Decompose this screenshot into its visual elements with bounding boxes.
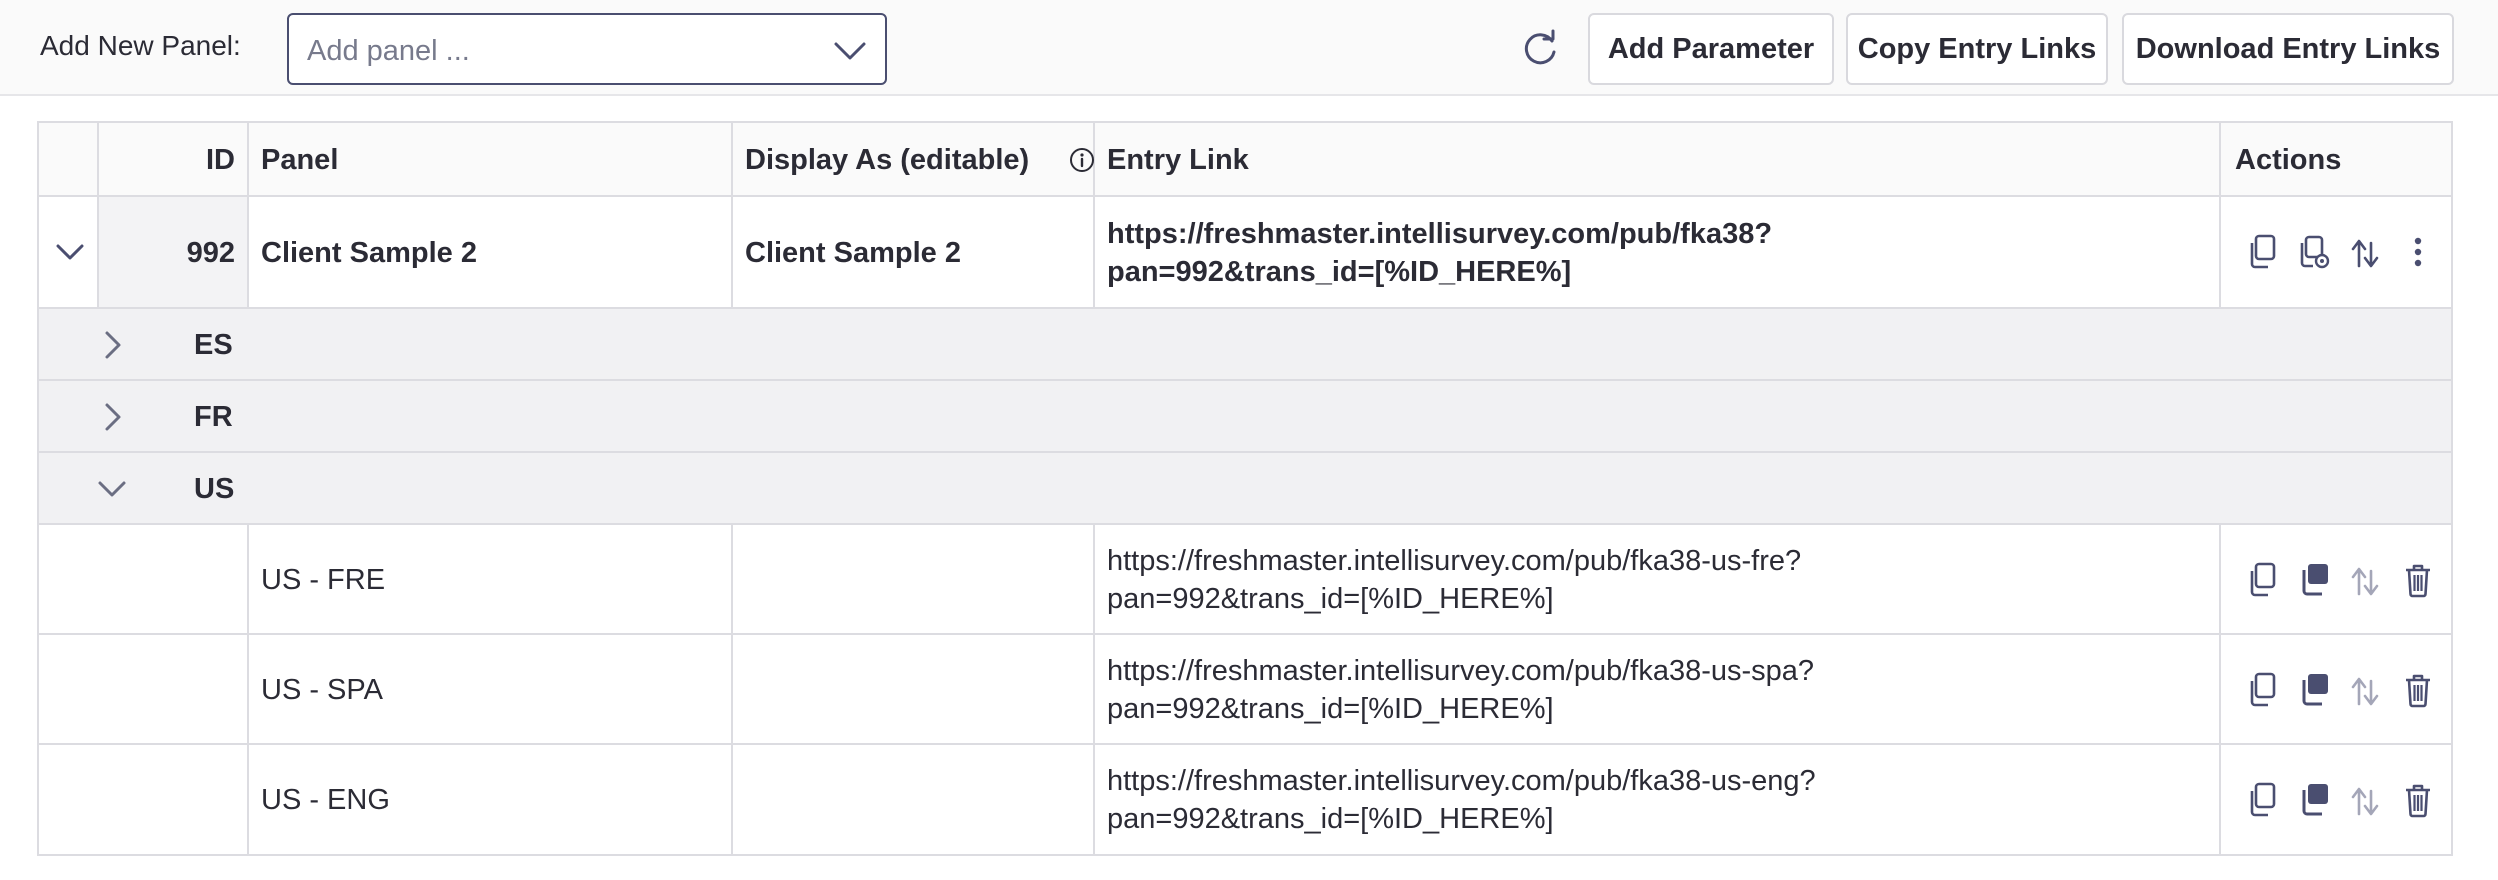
chevron-down-icon[interactable] (95, 472, 129, 506)
sub-row-panel-cell: US - SPA (249, 635, 733, 743)
header-entry-link: Entry Link (1107, 144, 1249, 176)
group-code: US (194, 473, 235, 505)
group-code: ES (194, 329, 233, 361)
add-parameter-button[interactable]: Add Parameter (1588, 13, 1834, 85)
header-entry-link-cell[interactable]: Entry Link (1095, 123, 2221, 195)
group-code: FR (194, 401, 233, 433)
add-panel-placeholder: Add panel ... (307, 35, 470, 67)
sub-row-display-as-cell[interactable] (733, 745, 1095, 855)
sub-panel-name: US - FRE (261, 564, 386, 596)
table-row: US - ENG https://freshmaster.intellisurv… (39, 745, 2451, 855)
toolbar: Add New Panel: Add panel ... Add Paramet… (0, 0, 2498, 96)
sub-row-entry-link-cell: https://freshmaster.intellisurvey.com/pu… (1095, 745, 2221, 855)
header-display-as: Display As (editable) (745, 144, 1030, 176)
header-id-cell[interactable]: ID (99, 123, 249, 195)
display-as-value: Client Sample 2 (745, 237, 961, 269)
group-row-es[interactable]: ES (39, 309, 2451, 381)
trash-icon[interactable] (2401, 781, 2435, 819)
copy-icon[interactable] (2245, 233, 2279, 271)
more-vertical-icon[interactable] (2401, 233, 2435, 271)
group-row-us[interactable]: US (39, 453, 2451, 525)
sub-row-indent-cell (39, 745, 249, 855)
sub-row-panel-cell: US - FRE (249, 525, 733, 633)
sub-row-indent-cell (39, 635, 249, 743)
header-actions-cell: Actions (2221, 123, 2451, 195)
group-row-fr[interactable]: FR (39, 381, 2451, 453)
copy-icon[interactable] (2245, 561, 2279, 599)
row-actions-cell (2221, 197, 2451, 307)
trash-icon[interactable] (2401, 561, 2435, 599)
header-id: ID (206, 144, 235, 176)
sub-row-display-as-cell[interactable] (733, 525, 1095, 633)
table-row: US - FRE https://freshmaster.intellisurv… (39, 525, 2451, 635)
table-header-row: ID Panel Display As (editable) Entry Lin… (39, 123, 2451, 197)
transfer-icon[interactable] (2349, 561, 2383, 599)
add-new-panel-label: Add New Panel: (40, 30, 241, 61)
entry-link-line1: https://freshmaster.intellisurvey.com/pu… (1107, 655, 1815, 687)
entry-link-line2: pan=992&trans_id=[%ID_HERE%] (1107, 803, 1554, 835)
sub-row-indent-cell (39, 525, 249, 633)
header-actions: Actions (2235, 144, 2342, 176)
row-expand-cell[interactable] (39, 197, 99, 307)
trash-icon[interactable] (2401, 671, 2435, 709)
table-row: 992 Client Sample 2 Client Sample 2 http… (39, 197, 2451, 309)
header-panel-cell[interactable]: Panel (249, 123, 733, 195)
copy-settings-icon[interactable] (2297, 233, 2331, 271)
duplicate-icon[interactable] (2297, 561, 2331, 599)
entry-link-line1: https://freshmaster.intellisurvey.com/pu… (1107, 545, 1802, 577)
chevron-down-icon[interactable] (53, 235, 87, 269)
sub-row-entry-link-cell: https://freshmaster.intellisurvey.com/pu… (1095, 525, 2221, 633)
duplicate-icon[interactable] (2297, 671, 2331, 709)
entry-link-line2: pan=992&trans_id=[%ID_HERE%] (1107, 693, 1554, 725)
chevron-right-icon[interactable] (95, 328, 129, 362)
chevron-right-icon[interactable] (95, 400, 129, 434)
entry-link-line1: https://freshmaster.intellisurvey.com/pu… (1107, 218, 1773, 250)
sub-panel-name: US - ENG (261, 784, 390, 816)
sub-row-actions-cell (2221, 635, 2451, 743)
entry-links-table: ID Panel Display As (editable) Entry Lin… (37, 121, 2453, 856)
add-panel-select[interactable]: Add panel ... (287, 13, 887, 85)
header-expand-cell (39, 123, 99, 195)
chevron-down-icon (834, 42, 866, 60)
entry-link-line1: https://freshmaster.intellisurvey.com/pu… (1107, 765, 1816, 797)
transfer-icon[interactable] (2349, 671, 2383, 709)
panel-name: Client Sample 2 (261, 237, 477, 269)
copy-icon[interactable] (2245, 671, 2279, 709)
row-display-as-cell[interactable]: Client Sample 2 (733, 197, 1095, 307)
sub-row-actions-cell (2221, 525, 2451, 633)
sub-panel-name: US - SPA (261, 674, 383, 706)
entry-link-line2: pan=992&trans_id=[%ID_HERE%] (1107, 256, 1572, 288)
transfer-icon[interactable] (2349, 233, 2383, 271)
duplicate-icon[interactable] (2297, 781, 2331, 819)
refresh-icon[interactable] (1518, 28, 1562, 72)
sub-row-panel-cell: US - ENG (249, 745, 733, 855)
info-icon[interactable] (1069, 147, 1095, 173)
row-entry-link-cell: https://freshmaster.intellisurvey.com/pu… (1095, 197, 2221, 307)
entry-link-line2: pan=992&trans_id=[%ID_HERE%] (1107, 583, 1554, 615)
download-entry-links-button[interactable]: Download Entry Links (2122, 13, 2454, 85)
table-row: US - SPA https://freshmaster.intellisurv… (39, 635, 2451, 745)
row-panel-cell: Client Sample 2 (249, 197, 733, 307)
panel-id: 992 (186, 237, 235, 269)
copy-entry-links-button[interactable]: Copy Entry Links (1846, 13, 2108, 85)
transfer-icon[interactable] (2349, 781, 2383, 819)
header-panel: Panel (261, 144, 339, 176)
sub-row-actions-cell (2221, 745, 2451, 855)
row-id-cell: 992 (99, 197, 249, 307)
header-display-as-cell[interactable]: Display As (editable) (733, 123, 1095, 195)
sub-row-display-as-cell[interactable] (733, 635, 1095, 743)
sub-row-entry-link-cell: https://freshmaster.intellisurvey.com/pu… (1095, 635, 2221, 743)
copy-icon[interactable] (2245, 781, 2279, 819)
